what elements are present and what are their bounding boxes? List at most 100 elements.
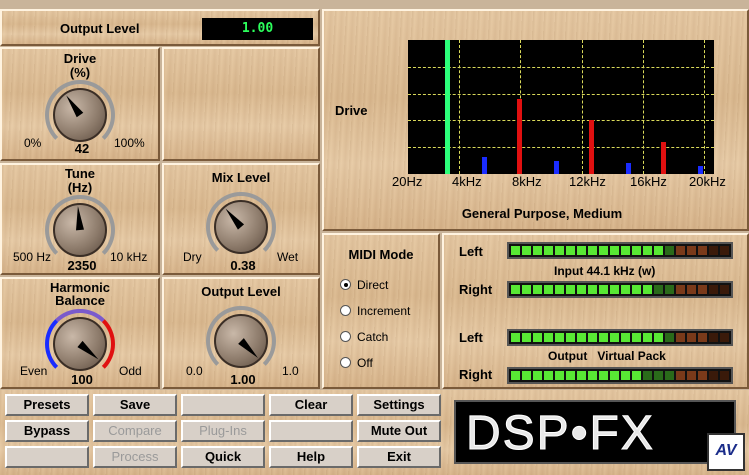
meter-segment (577, 285, 586, 294)
output-right-label: Right (459, 367, 493, 382)
midi-option-off[interactable]: Off (340, 356, 373, 370)
meter-segment (610, 285, 619, 294)
midi-option-increment[interactable]: Increment (340, 304, 410, 318)
meter-segment (632, 285, 641, 294)
harmonic-knob[interactable] (45, 309, 115, 379)
output-knob-panel: Output Level 0.0 1.0 1.00 (162, 277, 320, 389)
meter-segment (533, 371, 542, 380)
mix-value: 0.38 (230, 258, 256, 273)
meter-segment (555, 333, 564, 342)
meter-segment (533, 333, 542, 342)
output-knob[interactable] (206, 306, 276, 376)
meter-segment (577, 371, 586, 380)
input-right-meter (507, 281, 733, 298)
meter-segment (654, 246, 663, 255)
spectrum-bar (660, 141, 666, 174)
meter-segment (610, 371, 619, 380)
exit-button[interactable]: Exit (357, 446, 441, 468)
meter-segment (610, 246, 619, 255)
save-button[interactable]: Save (93, 394, 177, 416)
midi-mode-panel: MIDI Mode Direct Increment Catch Off (322, 233, 440, 389)
input-left-label: Left (459, 244, 483, 259)
meter-segment (522, 246, 531, 255)
meter-segment (665, 333, 674, 342)
meter-segment (643, 371, 652, 380)
settings-button[interactable]: Settings (357, 394, 441, 416)
output-level-display: 1.00 (202, 18, 313, 40)
spectrum-bar (481, 156, 487, 174)
input-left-meter (507, 242, 733, 259)
midi-option-label: Increment (357, 304, 411, 318)
meter-segment (621, 371, 630, 380)
input-caption: Input 44.1 kHz (w) (554, 264, 656, 278)
x-tick-label: 20Hz (392, 174, 423, 189)
meter-segment (643, 246, 652, 255)
meter-segment (533, 246, 542, 255)
drive-title: Drive (63, 51, 97, 66)
spectrum-ylabel: Drive (335, 103, 368, 118)
meter-segment (621, 246, 630, 255)
meter-segment (522, 333, 531, 342)
meter-segment (654, 333, 663, 342)
output-caption: Output Virtual Pack (548, 349, 666, 363)
radio-button[interactable] (340, 279, 351, 290)
meter-segment (720, 285, 729, 294)
dsp-fx-logo: DSP•FX (454, 400, 736, 464)
tune-value: 2350 (67, 258, 97, 273)
tune-title: Tune (64, 166, 96, 181)
meter-segment (709, 371, 718, 380)
meter-segment (588, 371, 597, 380)
spectrum-caption: General Purpose, Medium (461, 206, 623, 221)
presets-button[interactable]: Presets (5, 394, 89, 416)
mute-out-button[interactable]: Mute Out (357, 420, 441, 442)
mix-knob[interactable] (206, 192, 276, 262)
drive-knob[interactable] (45, 80, 115, 150)
output-level-header: Output Level 1.00 (0, 9, 320, 46)
bypass-button[interactable]: Bypass (5, 420, 89, 442)
help-button[interactable]: Help (269, 446, 353, 468)
drive-unit: (%) (69, 65, 91, 80)
meter-segment (522, 371, 531, 380)
radio-button[interactable] (340, 331, 351, 342)
meter-segment (654, 285, 663, 294)
meter-segment (709, 333, 718, 342)
x-tick-label: 12kHz (569, 174, 606, 189)
blank-button (269, 420, 353, 442)
tune-knob-panel: Tune (Hz) 500 Hz 10 kHz 2350 (0, 163, 160, 275)
meter-segment (676, 333, 685, 342)
x-tick-label: 16kHz (630, 174, 667, 189)
clear-button[interactable]: Clear (269, 394, 353, 416)
x-tick-label: 4kHz (452, 174, 482, 189)
meter-segment (599, 285, 608, 294)
radio-button[interactable] (340, 305, 351, 316)
meter-segment (687, 285, 696, 294)
meter-segment (599, 333, 608, 342)
tune-knob[interactable] (45, 195, 115, 265)
meter-segment (621, 333, 630, 342)
meter-segment (588, 285, 597, 294)
spectrum-bar (445, 40, 451, 174)
midi-option-direct[interactable]: Direct (340, 278, 388, 292)
meter-segment (555, 285, 564, 294)
harmonic-title-2: Balance (55, 293, 105, 308)
meter-segment (544, 285, 553, 294)
meter-segment (643, 333, 652, 342)
quick-button[interactable]: Quick (181, 446, 265, 468)
meter-segment (632, 371, 641, 380)
grid-line-v (642, 40, 644, 174)
midi-option-catch[interactable]: Catch (340, 330, 388, 344)
output-level-label: Output Level (60, 21, 140, 36)
mix-knob-panel: Mix Level Dry Wet 0.38 (162, 163, 320, 275)
meter-segment (566, 285, 575, 294)
meter-segment (698, 285, 707, 294)
meter-segment (522, 285, 531, 294)
meter-segment (665, 285, 674, 294)
meter-segment (511, 371, 520, 380)
radio-button[interactable] (340, 357, 351, 368)
meter-segment (720, 246, 729, 255)
logo-text: DSP•FX (466, 407, 655, 461)
meter-segment (632, 333, 641, 342)
spectrum-graph (408, 40, 714, 174)
blank-button (5, 446, 89, 468)
meter-segment (544, 371, 553, 380)
